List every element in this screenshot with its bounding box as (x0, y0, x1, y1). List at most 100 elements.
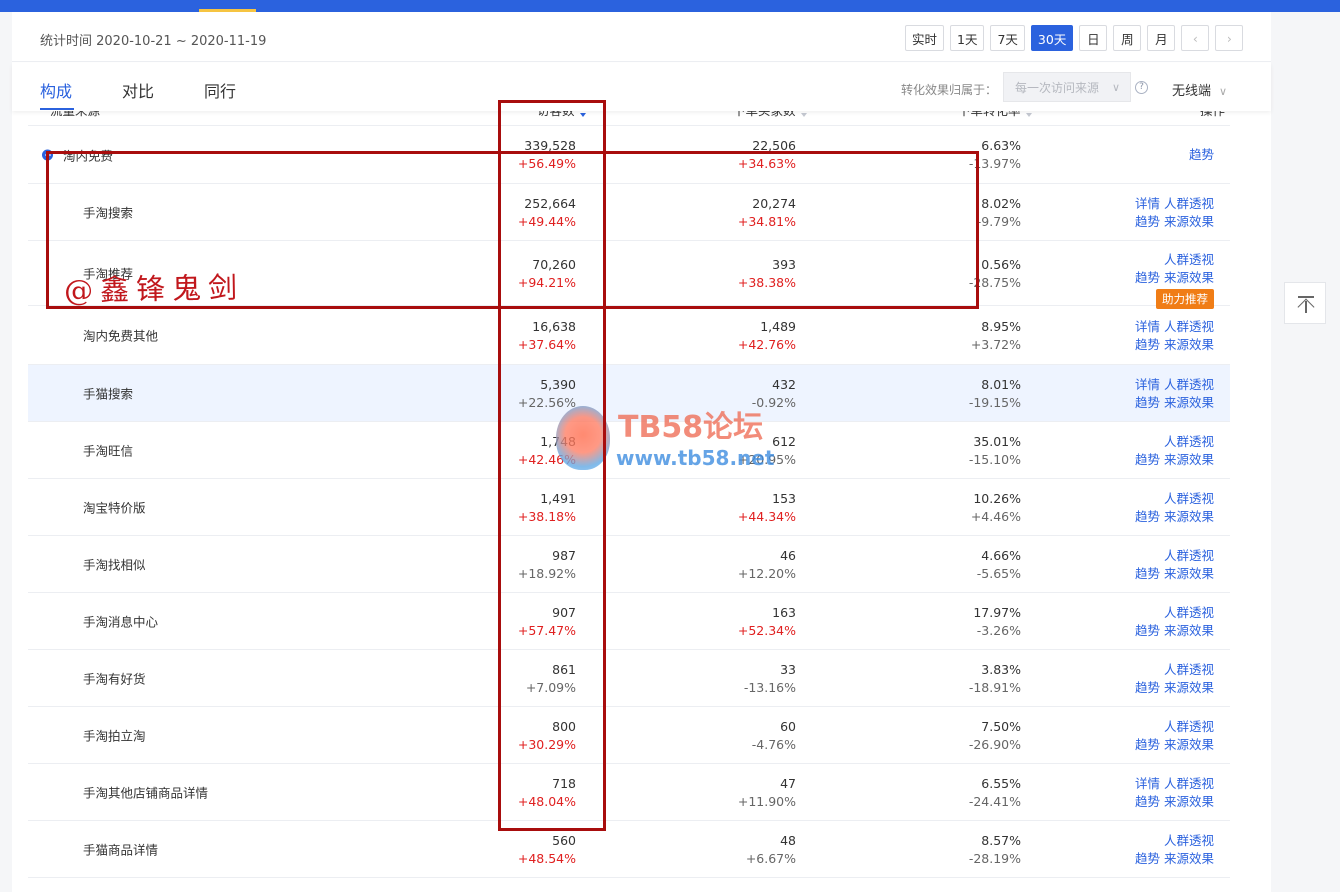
ops-line-1[interactable]: 人群透视 (1135, 433, 1214, 451)
visitors-change: +48.04% (517, 794, 576, 809)
device-select[interactable]: 无线端 ∨ (1172, 80, 1227, 99)
table-row: 手淘拍立淘 800 +30.29% 60 -4.76% 7.50% -26.90… (28, 707, 1230, 764)
table-row: 手猫商品详情 560 +48.54% 48 +6.67% 8.57% -28.1… (28, 821, 1230, 878)
ops-line-2[interactable]: 趋势 来源效果 (1135, 622, 1214, 640)
visitors-cell: 907 +57.47% (468, 604, 576, 640)
ops-line-1[interactable]: 人群透视 (1135, 718, 1214, 736)
ops-line-1[interactable]: 趋势 (1189, 146, 1214, 164)
ops-line-2[interactable]: 趋势 来源效果 (1135, 793, 1214, 811)
handwritten-annotation: @鑫锋鬼剑 (63, 270, 245, 308)
conversion-cell: 8.57% -28.19% (901, 832, 1021, 868)
conversion-change: -24.41% (968, 794, 1021, 809)
tab-composition[interactable]: 构成 (40, 78, 72, 102)
range-1day-button[interactable]: 1天 (950, 25, 985, 51)
table-row: 手淘找相似 987 +18.92% 46 +12.20% 4.66% -5.65… (28, 536, 1230, 593)
ops-line-1[interactable]: 人群透视 (1135, 604, 1214, 622)
table-row: 手猫搜索 5,390 +22.56% 432 -0.92% 8.01% -19.… (28, 365, 1230, 422)
buyers-value: 22,506 (752, 138, 796, 153)
collapse-icon[interactable] (42, 149, 53, 160)
back-to-top-button[interactable] (1284, 282, 1326, 324)
conversion-value: 6.55% (981, 776, 1021, 791)
date-range-group: 实时 1天 7天 30天 日 周 月 ‹ › (905, 25, 1244, 51)
range-7days-button[interactable]: 7天 (990, 25, 1025, 51)
ops-line-1[interactable]: 详情 人群透视 (1135, 318, 1214, 336)
buyers-change: +6.67% (745, 851, 796, 866)
ops-cell: 人群透视 趋势 来源效果 (1135, 547, 1214, 583)
prev-period-button[interactable]: ‹ (1181, 25, 1210, 51)
buyers-change: -0.92% (751, 395, 796, 410)
buyers-cell: 1,489 +42.76% (676, 318, 796, 354)
ops-line-2[interactable]: 趋势 来源效果 (1135, 269, 1214, 287)
ops-cell: 人群透视 趋势 来源效果 (1135, 718, 1214, 754)
ops-line-2[interactable]: 趋势 来源效果 (1135, 508, 1214, 526)
visitors-value: 861 (552, 662, 576, 677)
buyers-value: 20,274 (752, 196, 796, 211)
buyers-cell: 153 +44.34% (676, 490, 796, 526)
source-name[interactable]: 淘内免费 (63, 145, 113, 164)
ops-line-1[interactable]: 人群透视 (1135, 661, 1214, 679)
visitors-change: +48.54% (517, 851, 576, 866)
range-day-button[interactable]: 日 (1079, 25, 1108, 51)
visitors-cell: 861 +7.09% (468, 661, 576, 697)
ops-line-2[interactable]: 趋势 来源效果 (1135, 213, 1214, 231)
conversion-change: -26.90% (968, 737, 1021, 752)
visitors-cell: 339,528 +56.49% (468, 137, 576, 173)
visitors-change: +22.56% (517, 395, 576, 410)
ops-line-1[interactable]: 人群透视 (1135, 490, 1214, 508)
ops-cell: 人群透视 趋势 来源效果 (1135, 490, 1214, 526)
buyers-change: +52.34% (737, 623, 796, 638)
ops-line-2[interactable]: 趋势 来源效果 (1135, 679, 1214, 697)
conversion-change: +3.72% (970, 337, 1021, 352)
attribution-value: 每一次访问来源 (1015, 80, 1100, 95)
conversion-change: -28.19% (968, 851, 1021, 866)
conversion-value: 17.97% (973, 605, 1021, 620)
buyers-value: 46 (780, 548, 796, 563)
tab-peers[interactable]: 同行 (204, 78, 236, 102)
attribution-select[interactable]: 每一次访问来源 ∨ (1003, 72, 1131, 102)
ops-cell: 趋势 (1189, 146, 1214, 164)
conversion-value: 6.63% (981, 138, 1021, 153)
ops-line-1[interactable]: 人群透视 (1135, 251, 1214, 269)
ops-line-2[interactable]: 趋势 来源效果 (1135, 565, 1214, 583)
tabs-row: 构成 对比 同行 转化效果归属于： 每一次访问来源 ∨ ? 无线端 ∨ (12, 63, 1271, 111)
buyers-change: +20.95% (737, 452, 796, 467)
visitors-value: 252,664 (524, 196, 576, 211)
next-period-button[interactable]: › (1215, 25, 1244, 51)
source-name: 手猫搜索 (83, 386, 134, 402)
source-name: 手淘消息中心 (83, 614, 159, 630)
buyers-value: 393 (772, 257, 796, 272)
visitors-value: 339,528 (524, 138, 576, 153)
visitors-value: 718 (552, 776, 576, 791)
ops-line-1[interactable]: 详情 人群透视 (1135, 376, 1214, 394)
visitors-cell: 987 +18.92% (468, 547, 576, 583)
source-name: 手淘拍立淘 (83, 728, 146, 744)
ops-line-2[interactable]: 趋势 来源效果 (1135, 736, 1214, 754)
range-month-button[interactable]: 月 (1147, 25, 1176, 51)
ops-line-2[interactable]: 趋势 来源效果 (1135, 394, 1214, 412)
help-icon[interactable]: ? (1135, 81, 1148, 94)
conversion-value: 8.02% (981, 196, 1021, 211)
conversion-value: 35.01% (973, 434, 1021, 449)
visitors-cell: 560 +48.54% (468, 832, 576, 868)
ops-line-2[interactable]: 趋势 来源效果 (1135, 850, 1214, 868)
conversion-change: -5.65% (976, 566, 1021, 581)
ops-cell: 详情 人群透视 趋势 来源效果 (1135, 318, 1214, 354)
tab-compare[interactable]: 对比 (122, 78, 154, 102)
ops-line-1[interactable]: 人群透视 (1135, 547, 1214, 565)
source-name: 淘内免费其他 (83, 328, 159, 344)
visitors-value: 800 (552, 719, 576, 734)
ops-line-1[interactable]: 详情 人群透视 (1135, 195, 1214, 213)
range-week-button[interactable]: 周 (1113, 25, 1142, 51)
buyers-change: +38.38% (737, 275, 796, 290)
ops-line-1[interactable]: 详情 人群透视 (1135, 775, 1214, 793)
conversion-cell: 6.63% -13.97% (901, 137, 1021, 173)
ops-line-2[interactable]: 趋势 来源效果 (1135, 336, 1214, 354)
visitors-change: +38.18% (517, 509, 576, 524)
range-realtime-button[interactable]: 实时 (905, 25, 945, 51)
ops-line-2[interactable]: 趋势 来源效果 (1135, 451, 1214, 469)
buyers-value: 47 (780, 776, 796, 791)
range-30days-button[interactable]: 30天 (1030, 25, 1074, 51)
buyers-cell: 22,506 +34.63% (676, 137, 796, 173)
buyers-cell: 393 +38.38% (676, 256, 796, 292)
ops-line-1[interactable]: 人群透视 (1135, 832, 1214, 850)
